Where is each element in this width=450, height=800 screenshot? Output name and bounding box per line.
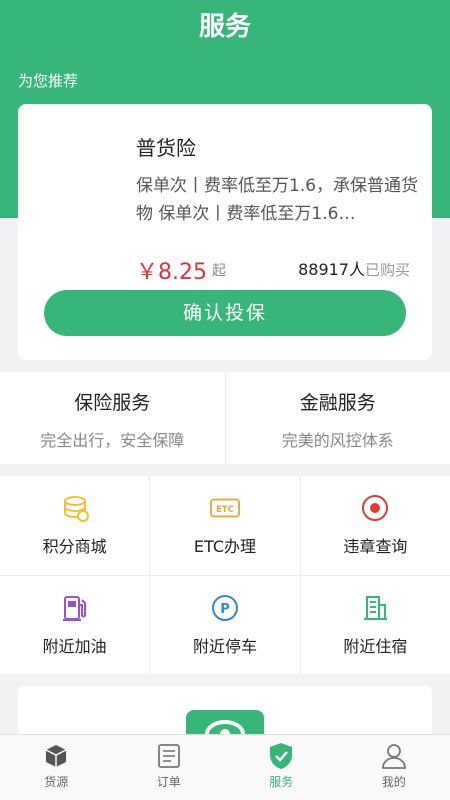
gas-station-icon bbox=[60, 593, 90, 623]
grid-label: 违章查询 bbox=[343, 537, 408, 557]
grid-item-nearby-hotel[interactable]: 附近住宿 bbox=[300, 575, 450, 674]
bottom-tab-bar: 货源 订单 服务 我的 bbox=[0, 734, 450, 800]
product-price: ￥8.25 bbox=[136, 260, 207, 285]
tab-label: 货源 bbox=[44, 775, 69, 789]
grid-label: ETC办理 bbox=[193, 537, 257, 557]
price-suffix: 起 bbox=[212, 263, 226, 279]
violation-icon bbox=[360, 493, 390, 523]
grid-label: 附近住宿 bbox=[343, 636, 408, 656]
parking-icon: P bbox=[210, 593, 240, 623]
tab-services[interactable]: 服务 bbox=[225, 735, 338, 800]
service-subtitle: 完全出行，安全保障 bbox=[40, 431, 185, 450]
etc-icon: ETC bbox=[209, 493, 240, 523]
tab-label: 服务 bbox=[269, 775, 294, 789]
product-name: 普货险 bbox=[136, 136, 196, 160]
grid-item-violation-query[interactable]: 违章查询 bbox=[300, 476, 450, 575]
grid-label: 附近停车 bbox=[192, 636, 257, 656]
confirm-insure-button[interactable]: 确认投保 bbox=[44, 290, 406, 336]
grid-label: 附近加油 bbox=[42, 636, 107, 656]
page-title: 服务 bbox=[198, 12, 251, 42]
service-title: 保险服务 bbox=[74, 392, 151, 414]
product-description: 保单次丨费率低至万1.6，承保普通货物 保单次丨费率低至万1.6… bbox=[136, 176, 419, 224]
finance-service-entry[interactable]: 金融服务 完美的风控体系 bbox=[224, 372, 450, 464]
hotel-icon bbox=[360, 593, 390, 623]
grid-item-nearby-parking[interactable]: P 附近停车 bbox=[150, 575, 300, 674]
sales-count-unit: 已购买 bbox=[364, 261, 410, 279]
user-icon bbox=[379, 741, 409, 771]
coins-icon bbox=[60, 493, 90, 523]
tab-cargo-source[interactable]: 货源 bbox=[0, 735, 113, 800]
shield-check-icon bbox=[266, 741, 296, 771]
grid-item-nearby-gas[interactable]: 附近加油 bbox=[0, 575, 150, 674]
feature-grid: 积分商城 ETC ETC办理 违章查询 附近加油 P 附近停车 附近住宿 bbox=[0, 476, 450, 674]
box-icon bbox=[41, 741, 71, 771]
svg-text:P: P bbox=[220, 602, 230, 617]
sales-count: 88917人已购买 bbox=[298, 256, 410, 280]
recommend-card[interactable]: 普货险 保单次丨费率低至万1.6，承保普通货物 保单次丨费率低至万1.6… ￥8… bbox=[18, 104, 432, 360]
order-icon bbox=[154, 741, 184, 771]
sales-count-value: 88917人 bbox=[298, 260, 365, 279]
grid-item-etc[interactable]: ETC ETC办理 bbox=[150, 476, 300, 575]
recommend-section-label: 为您推荐 bbox=[18, 72, 79, 90]
tab-label: 我的 bbox=[381, 775, 406, 789]
service-categories: 保险服务 完全出行，安全保障 金融服务 完美的风控体系 bbox=[0, 372, 450, 464]
service-subtitle: 完美的风控体系 bbox=[281, 431, 394, 450]
tab-profile[interactable]: 我的 bbox=[338, 735, 450, 800]
grid-label: 积分商城 bbox=[42, 537, 107, 557]
svg-text:ETC: ETC bbox=[216, 504, 234, 514]
tab-orders[interactable]: 订单 bbox=[113, 735, 226, 800]
tab-label: 订单 bbox=[156, 775, 181, 789]
service-title: 金融服务 bbox=[299, 392, 376, 414]
insurance-service-entry[interactable]: 保险服务 完全出行，安全保障 bbox=[0, 372, 225, 464]
grid-item-points-mall[interactable]: 积分商城 bbox=[0, 476, 150, 575]
